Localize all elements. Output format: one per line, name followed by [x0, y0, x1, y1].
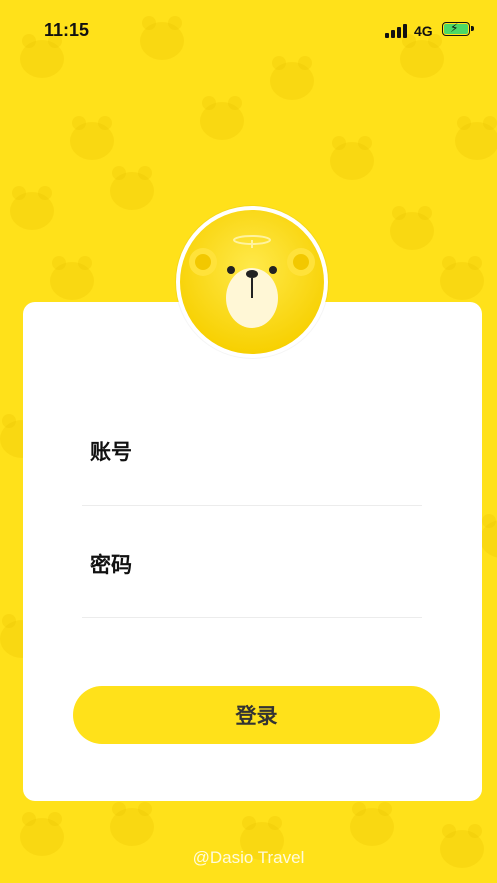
network-type-label: 4G — [414, 23, 433, 39]
account-divider — [82, 505, 422, 506]
password-label: 密码 — [90, 553, 132, 577]
background-bear-shape — [50, 256, 94, 300]
background-bear-shape — [110, 166, 154, 210]
signal-bars-icon — [385, 24, 409, 38]
background-bear-shape — [110, 802, 154, 846]
background-bear-shape — [480, 514, 497, 558]
account-label: 账号 — [90, 440, 132, 464]
bear-mascot-icon — [180, 210, 324, 354]
background-bear-shape — [70, 116, 114, 160]
background-bear-shape — [330, 136, 374, 180]
password-divider — [82, 617, 422, 618]
background-bear-shape — [10, 186, 54, 230]
background-bear-shape — [270, 56, 314, 100]
battery-charging-icon: ⚡ — [442, 21, 474, 36]
login-button[interactable]: 登录 — [73, 686, 440, 744]
background-bear-shape — [350, 802, 394, 846]
password-input[interactable] — [150, 545, 424, 587]
status-time: 11:15 — [44, 20, 90, 40]
background-bear-shape — [390, 206, 434, 250]
footer-credit: @Dasio Travel — [192, 848, 305, 867]
background-bear-shape — [440, 256, 484, 300]
account-input[interactable] — [150, 432, 424, 474]
status-bar: 11:15 4G ⚡ — [0, 0, 497, 62]
background-bear-shape — [455, 116, 497, 160]
avatar — [176, 206, 328, 358]
background-bear-shape — [200, 96, 244, 140]
